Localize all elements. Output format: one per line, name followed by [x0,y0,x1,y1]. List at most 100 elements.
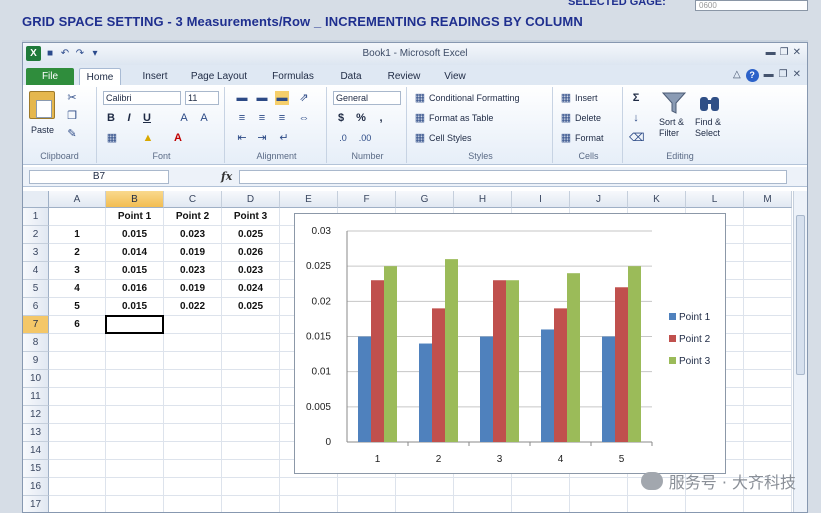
borders-icon[interactable]: ▦ [105,131,119,145]
cell[interactable] [106,478,164,496]
cell[interactable]: 0.026 [222,244,280,262]
bold-icon[interactable]: B [105,111,117,125]
help-icon[interactable]: ? [745,69,759,82]
cell[interactable] [106,442,164,460]
cell[interactable]: 3 [49,262,106,280]
cell[interactable] [744,370,792,388]
cell[interactable] [338,496,396,512]
cell[interactable] [454,478,512,496]
column-header[interactable]: C [164,191,222,208]
formula-input[interactable] [239,170,787,184]
cell[interactable]: 4 [49,280,106,298]
scrollbar-thumb[interactable] [796,215,805,375]
cell[interactable]: 0.015 [106,262,164,280]
row-header[interactable]: 2 [23,226,49,244]
cell[interactable] [686,496,744,512]
decrease-decimal-icon[interactable]: .00 [357,131,373,145]
cell[interactable]: 0.019 [164,280,222,298]
format-as-table-button[interactable]: Format as Table [429,113,493,123]
orientation-icon[interactable]: ⇗ [297,91,311,105]
font-color-icon[interactable]: A [171,131,185,145]
row-header[interactable]: 3 [23,244,49,262]
restore-icon[interactable]: ❐ [780,47,789,58]
cell[interactable]: 2 [49,244,106,262]
cell[interactable]: 6 [49,316,106,334]
cell[interactable]: Point 3 [222,208,280,226]
row-header[interactable]: 10 [23,370,49,388]
cell[interactable]: 0.025 [222,226,280,244]
cell[interactable] [49,460,106,478]
cell[interactable] [280,496,338,512]
format-cells-icon[interactable]: ▦ [559,131,573,145]
align-left-icon[interactable]: ≡ [235,111,249,125]
cell[interactable] [164,406,222,424]
cell[interactable]: 1 [49,226,106,244]
paste-button[interactable]: Paste [31,125,54,135]
cell[interactable] [106,334,164,352]
align-middle-icon[interactable]: ▬ [255,91,269,105]
column-header[interactable]: D [222,191,280,208]
cell[interactable] [49,352,106,370]
insert-cells-icon[interactable]: ▦ [559,91,573,105]
fill-icon[interactable]: ↓ [629,111,643,125]
cell[interactable] [106,406,164,424]
shrink-font-icon[interactable]: A [197,111,211,125]
cell[interactable] [222,478,280,496]
column-header[interactable]: G [396,191,454,208]
column-header[interactable]: M [744,191,792,208]
paste-icon[interactable] [29,91,55,119]
comma-icon[interactable]: , [375,111,387,125]
cell[interactable]: 0.014 [106,244,164,262]
cell[interactable] [222,370,280,388]
cell[interactable] [222,352,280,370]
cell[interactable] [49,406,106,424]
cell[interactable] [744,406,792,424]
font-name-select[interactable]: Calibri [103,91,181,105]
cell[interactable]: 0.023 [164,262,222,280]
cell-styles-button[interactable]: Cell Styles [429,133,472,143]
delete-cells-icon[interactable]: ▦ [559,111,573,125]
cell[interactable]: 0.023 [164,226,222,244]
column-header[interactable]: L [686,191,744,208]
cell[interactable] [49,334,106,352]
wrap-text-icon[interactable]: ↵ [277,131,291,145]
cell[interactable]: 0.015 [106,226,164,244]
close-icon[interactable]: ✕ [793,47,801,58]
grow-font-icon[interactable]: A [177,111,191,125]
cell[interactable] [106,370,164,388]
cell[interactable] [106,352,164,370]
cell[interactable] [744,442,792,460]
cell[interactable] [49,388,106,406]
row-header[interactable]: 16 [23,478,49,496]
cell[interactable] [222,316,280,334]
cell[interactable]: 0.023 [222,262,280,280]
collapse-ribbon-icon[interactable]: △ [733,69,741,82]
cell[interactable] [106,460,164,478]
row-header[interactable]: 14 [23,442,49,460]
row-header[interactable]: 9 [23,352,49,370]
cell[interactable] [744,352,792,370]
cell[interactable]: 0.019 [164,244,222,262]
tab-insert[interactable]: Insert [133,68,177,85]
cell[interactable] [454,496,512,512]
cell[interactable] [744,424,792,442]
cell[interactable] [164,496,222,512]
cell[interactable] [222,406,280,424]
cell[interactable] [744,226,792,244]
align-right-icon[interactable]: ≡ [275,111,289,125]
tab-formulas[interactable]: Formulas [267,68,319,85]
cell[interactable] [744,244,792,262]
cell[interactable] [106,496,164,512]
doc-restore-icon[interactable]: ❐ [779,69,788,82]
cell[interactable] [164,460,222,478]
delete-button[interactable]: Delete [575,113,601,123]
tab-page-layout[interactable]: Page Layout [187,68,251,85]
row-header[interactable]: 8 [23,334,49,352]
clear-icon[interactable]: ⌫ [629,131,645,145]
cut-icon[interactable]: ✂ [65,91,79,105]
insert-function-button[interactable]: fx [221,170,232,183]
find-select-button-line2[interactable]: Select [695,128,720,138]
cell[interactable] [106,424,164,442]
row-header[interactable]: 17 [23,496,49,512]
select-all-corner[interactable] [23,191,49,208]
